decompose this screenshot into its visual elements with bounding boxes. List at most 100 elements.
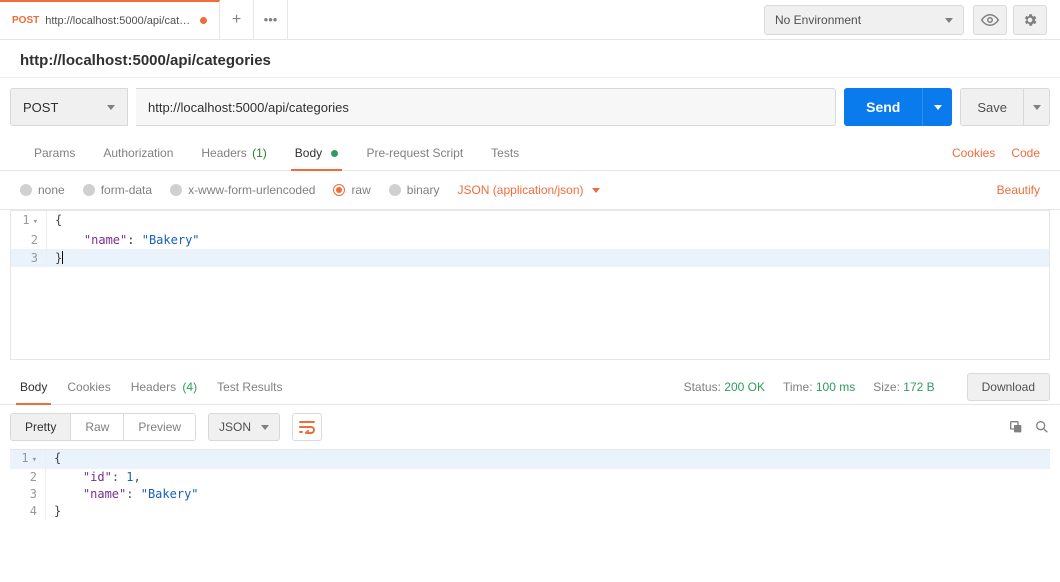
body-type-raw-label: raw — [351, 183, 370, 197]
line-wrap-icon — [299, 420, 315, 434]
time-label: Time: — [783, 380, 813, 394]
request-body-editor[interactable]: 1▾ { 2 "name": "Bakery" 3 } — [10, 210, 1050, 360]
body-type-urlencoded-label: x-www-form-urlencoded — [188, 183, 315, 197]
http-method-dropdown[interactable]: POST — [10, 88, 128, 126]
save-dropdown-button[interactable] — [1023, 89, 1049, 125]
response-headers-count: (4) — [182, 380, 197, 394]
cookies-link[interactable]: Cookies — [952, 146, 995, 160]
response-tab-testresults[interactable]: Test Results — [207, 370, 292, 404]
body-type-urlencoded[interactable]: x-www-form-urlencoded — [170, 183, 315, 197]
toggle-wrap-button[interactable] — [292, 413, 322, 441]
environment-select[interactable]: No Environment — [764, 5, 964, 35]
add-tab-button[interactable]: + — [220, 0, 254, 39]
view-mode-pretty[interactable]: Pretty — [11, 414, 71, 440]
radio-icon — [389, 184, 401, 196]
response-view-controls: Pretty Raw Preview JSON — [0, 405, 1060, 449]
body-type-formdata[interactable]: form-data — [83, 183, 152, 197]
chevron-down-icon — [1033, 105, 1041, 110]
json-string: "Bakery" — [142, 233, 200, 247]
view-mode-raw[interactable]: Raw — [71, 414, 124, 440]
response-tab-cookies[interactable]: Cookies — [57, 370, 120, 404]
headers-count: (1) — [252, 146, 267, 160]
json-key: "name" — [84, 233, 127, 247]
send-dropdown-button[interactable] — [922, 88, 952, 126]
size-label: Size: — [873, 380, 900, 394]
line-number: 4 — [10, 503, 46, 520]
environment-quicklook-button[interactable] — [973, 5, 1007, 35]
tab-authorization[interactable]: Authorization — [89, 136, 187, 170]
request-tab[interactable]: POST http://localhost:5000/api/categ... — [0, 0, 220, 39]
editor-cursor-icon — [62, 251, 63, 264]
response-tab-body[interactable]: Body — [10, 370, 57, 404]
radio-icon — [83, 184, 95, 196]
response-format-label: JSON — [219, 420, 251, 434]
body-type-binary[interactable]: binary — [389, 183, 440, 197]
response-format-dropdown[interactable]: JSON — [208, 413, 280, 441]
code-link[interactable]: Code — [1011, 146, 1040, 160]
time-value: 100 ms — [816, 380, 855, 394]
raw-content-type-label: JSON (application/json) — [457, 183, 583, 197]
tab-params[interactable]: Params — [20, 136, 89, 170]
body-type-raw[interactable]: raw — [333, 183, 370, 197]
download-button[interactable]: Download — [967, 373, 1050, 401]
save-button-group: Save — [960, 88, 1050, 126]
line-number: 2 — [11, 231, 47, 249]
response-tab-headers[interactable]: Headers (4) — [121, 370, 207, 404]
tab-unsaved-indicator-icon — [200, 17, 207, 24]
response-tab-headers-label: Headers — [131, 380, 176, 394]
chevron-down-icon — [261, 425, 269, 430]
body-right-actions: Beautify — [997, 183, 1040, 197]
tab-prerequest[interactable]: Pre-request Script — [352, 136, 477, 170]
response-view-right — [1008, 419, 1050, 435]
line-number: 1▾ — [10, 450, 46, 469]
save-button[interactable]: Save — [961, 89, 1023, 125]
tab-headers-label: Headers — [201, 146, 246, 160]
dots-icon: ••• — [264, 12, 278, 27]
code-brace: { — [55, 213, 62, 227]
beautify-link[interactable]: Beautify — [997, 183, 1040, 197]
tab-headers[interactable]: Headers (1) — [187, 136, 280, 170]
send-button[interactable]: Send — [844, 88, 922, 126]
tab-body-label: Body — [295, 146, 322, 160]
raw-content-type-dropdown[interactable]: JSON (application/json) — [457, 183, 599, 197]
line-number: 1▾ — [11, 211, 47, 231]
tab-overflow-button[interactable]: ••• — [254, 0, 288, 39]
body-type-binary-label: binary — [407, 183, 440, 197]
json-string: "Bakery" — [141, 487, 199, 501]
status-value: 200 OK — [724, 380, 765, 394]
settings-button[interactable] — [1013, 5, 1047, 35]
search-response-button[interactable] — [1034, 419, 1050, 435]
tab-body[interactable]: Body — [281, 136, 353, 170]
size-value: 172 B — [903, 380, 934, 394]
tab-method-label: POST — [12, 15, 39, 26]
radio-icon — [20, 184, 32, 196]
code-brace: } — [55, 251, 62, 265]
copy-icon — [1008, 419, 1024, 435]
json-key: "id" — [83, 470, 112, 484]
body-type-row: none form-data x-www-form-urlencoded raw… — [0, 171, 1060, 210]
body-present-indicator-icon — [331, 150, 338, 157]
url-input[interactable] — [136, 88, 836, 126]
tab-title: http://localhost:5000/api/categ... — [45, 15, 194, 27]
json-number: 1 — [126, 470, 133, 484]
body-type-none-label: none — [38, 183, 65, 197]
top-bar: POST http://localhost:5000/api/categ... … — [0, 0, 1060, 40]
view-mode-preview[interactable]: Preview — [124, 414, 195, 440]
eye-icon — [981, 11, 999, 29]
plus-icon: + — [232, 11, 241, 29]
subtabs-right: Cookies Code — [952, 136, 1040, 170]
body-type-none[interactable]: none — [20, 183, 65, 197]
line-number: 2 — [10, 469, 46, 486]
body-type-formdata-label: form-data — [101, 183, 152, 197]
request-subtabs: Params Authorization Headers (1) Body Pr… — [0, 136, 1060, 171]
code-brace: } — [54, 504, 61, 518]
line-number: 3 — [11, 249, 47, 267]
request-builder: POST Send Save — [0, 78, 1060, 136]
chevron-down-icon — [945, 18, 953, 23]
response-body-editor[interactable]: 1▾ { 2 "id": 1, 3 "name": "Bakery" 4 } — [10, 449, 1050, 520]
copy-response-button[interactable] — [1008, 419, 1024, 435]
chevron-down-icon — [934, 105, 942, 110]
tab-tests[interactable]: Tests — [477, 136, 533, 170]
response-meta: Status: 200 OK Time: 100 ms Size: 172 B … — [684, 373, 1050, 401]
http-method-label: POST — [23, 100, 58, 115]
